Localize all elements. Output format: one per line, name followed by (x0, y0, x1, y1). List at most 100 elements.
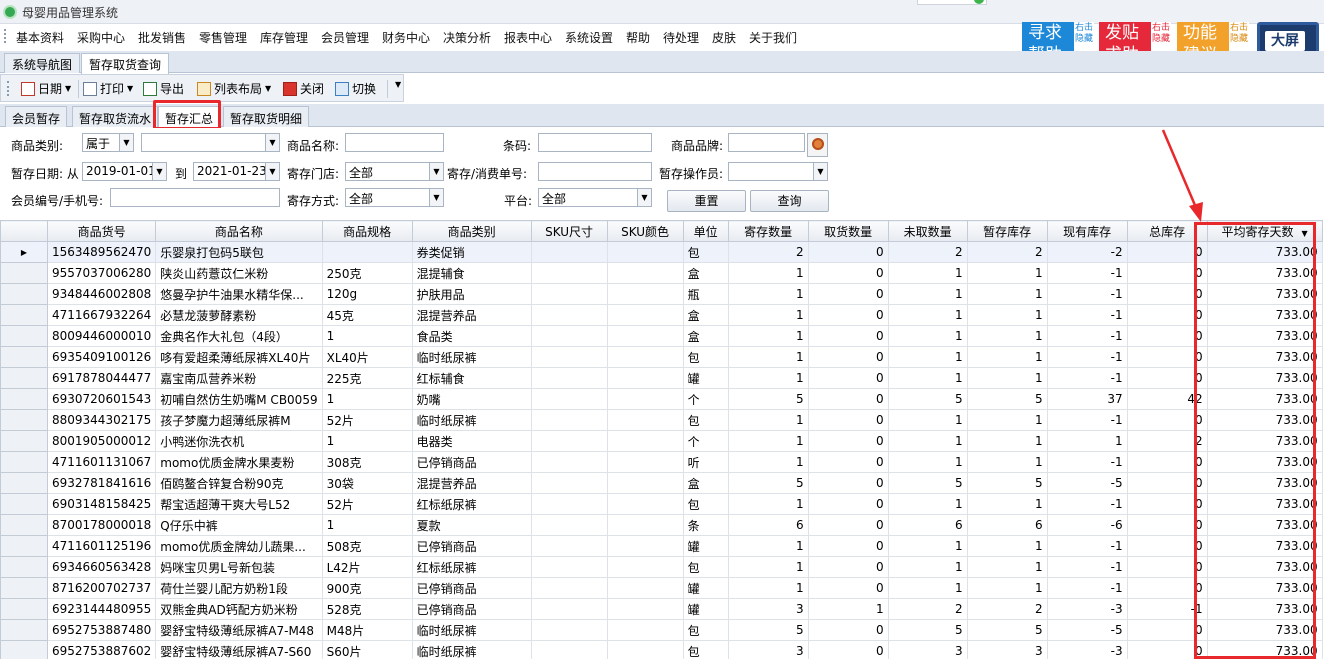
table-cell[interactable] (606, 367, 684, 389)
table-cell[interactable]: 0 (1126, 619, 1208, 641)
table-cell[interactable]: 0 (807, 535, 889, 557)
table-cell[interactable]: 0 (807, 640, 889, 659)
table-row[interactable]: 6935409100126 哆有爱超柔薄纸尿裤XL40片 XL40片 临时纸尿裤包 1 0… (0, 346, 1323, 368)
table-cell[interactable]: 6 (887, 514, 968, 536)
table-cell[interactable]: 包 (682, 241, 729, 263)
table-cell[interactable]: 0 (807, 241, 889, 263)
table-cell[interactable]: 0 (1126, 451, 1208, 473)
table-cell[interactable]: 1 (727, 493, 809, 515)
table-cell[interactable]: 0 (807, 325, 889, 347)
table-cell[interactable]: -1 (1046, 283, 1128, 305)
table-cell[interactable]: 初哺自然仿生奶嘴M CB0059 (155, 388, 323, 410)
table-cell[interactable]: 条 (682, 514, 729, 536)
table-cell[interactable]: 6934660563428 (46, 556, 157, 578)
table-cell[interactable]: 盒 (682, 325, 729, 347)
table-cell[interactable]: 733.00 (1206, 325, 1323, 347)
table-cell[interactable] (606, 577, 684, 599)
table-cell[interactable]: 6930720601543 (46, 388, 157, 410)
table-cell[interactable]: 荷仕兰婴儿配方奶粉1段 (155, 577, 323, 599)
table-cell[interactable]: Q仔乐中裤 (155, 514, 323, 536)
table-cell[interactable]: 1 (887, 346, 968, 368)
table-cell[interactable]: -6 (1046, 514, 1128, 536)
table-row[interactable]: 6932781841616 佰鸥鳌合锌复合粉90克 30袋 混提营养品盒 5 0 5 5 -5 0… (0, 472, 1323, 494)
table-cell[interactable]: 0 (807, 472, 889, 494)
table-cell[interactable]: 733.00 (1206, 619, 1323, 641)
table-cell[interactable]: 包 (682, 493, 729, 515)
table-cell[interactable]: 733.00 (1206, 640, 1323, 659)
table-cell[interactable]: 妈咪宝贝男L号新包装 (155, 556, 323, 578)
barcode-input[interactable] (538, 133, 652, 152)
column-header[interactable]: 取货数量 (807, 220, 889, 242)
table-cell[interactable]: 733.00 (1206, 493, 1323, 515)
row-indicator[interactable] (0, 598, 48, 620)
brand-search-button[interactable] (807, 133, 828, 157)
table-cell[interactable] (530, 388, 608, 410)
table-cell[interactable] (606, 640, 684, 659)
table-cell[interactable]: 733.00 (1206, 556, 1323, 578)
table-cell[interactable]: 食品类 (411, 325, 532, 347)
table-cell[interactable]: 1 (966, 262, 1048, 284)
row-indicator[interactable] (0, 304, 48, 326)
table-cell[interactable] (530, 514, 608, 536)
table-row[interactable]: 9348446002808 悠曼孕护牛油果水精华保... 120g 护肤用品瓶 1 0 1 1… (0, 283, 1323, 305)
table-cell[interactable] (606, 619, 684, 641)
menu-item-wholesale[interactable]: 批发销售 (138, 29, 186, 46)
table-cell[interactable]: 孩子梦魔力超薄纸尿裤M (155, 409, 323, 431)
table-cell[interactable]: 1 (966, 409, 1048, 431)
table-cell[interactable]: 0 (807, 388, 889, 410)
table-cell[interactable] (606, 346, 684, 368)
switch-button[interactable]: 切换 (335, 80, 376, 97)
table-cell[interactable]: 婴舒宝特级薄纸尿裤A7-M48 (155, 619, 323, 641)
table-cell[interactable]: 733.00 (1206, 367, 1323, 389)
row-indicator[interactable] (0, 451, 48, 473)
table-cell[interactable]: 0 (807, 262, 889, 284)
table-cell[interactable]: 1 (727, 577, 809, 599)
table-cell[interactable]: 1 (321, 325, 413, 347)
table-cell[interactable] (321, 241, 413, 263)
table-cell[interactable]: 陕炎山药薏苡仁米粉 (155, 262, 323, 284)
table-row[interactable]: 8716200702737 荷仕兰婴儿配方奶粉1段 900克 已停销商品罐 1 0 1 1 -1… (0, 577, 1323, 599)
table-cell[interactable] (530, 493, 608, 515)
table-cell[interactable]: 1 (887, 304, 968, 326)
table-cell[interactable] (530, 598, 608, 620)
table-cell[interactable]: 733.00 (1206, 535, 1323, 557)
table-cell[interactable]: -1 (1046, 367, 1128, 389)
table-cell[interactable]: 8009446000010 (46, 325, 157, 347)
table-cell[interactable]: 0 (1126, 346, 1208, 368)
table-cell[interactable]: 个 (682, 388, 729, 410)
row-indicator[interactable] (0, 619, 48, 641)
table-cell[interactable]: S60片 (321, 640, 413, 659)
table-cell[interactable]: 必慧龙菠萝酵素粉 (155, 304, 323, 326)
table-row[interactable]: 6903148158425 帮宝适超薄干爽大号L52 52片 红标纸尿裤包 1 0 1 1 -1… (0, 493, 1323, 515)
row-indicator[interactable] (0, 262, 48, 284)
table-cell[interactable]: 0 (1126, 367, 1208, 389)
list-layout-button[interactable]: 列表布局 ▼ (197, 80, 271, 97)
table-cell[interactable]: 0 (807, 346, 889, 368)
table-cell[interactable]: 1 (727, 430, 809, 452)
table-cell[interactable]: 包 (682, 346, 729, 368)
table-row[interactable]: ▶ 1563489562470 乐婴泉打包码5联包 券类促销包 2 0 2 2 -2 0 733.0… (0, 241, 1323, 263)
table-cell[interactable]: 1 (321, 388, 413, 410)
table-cell[interactable]: 8716200702737 (46, 577, 157, 599)
table-cell[interactable]: 0 (1126, 556, 1208, 578)
member-input[interactable] (110, 188, 280, 207)
table-cell[interactable] (606, 472, 684, 494)
column-header[interactable]: 暂存库存 (966, 220, 1048, 242)
table-cell[interactable]: 0 (807, 577, 889, 599)
table-cell[interactable] (530, 304, 608, 326)
table-cell[interactable]: 听 (682, 451, 729, 473)
storage-method-select[interactable]: 全部 ▼ (345, 188, 444, 207)
table-cell[interactable]: 1 (966, 556, 1048, 578)
table-row[interactable]: 4711601131067 momo优质金牌水果麦粉 308克 已停销商品听 1 0 1 1-… (0, 451, 1323, 473)
table-cell[interactable]: -3 (1046, 640, 1128, 659)
table-cell[interactable]: 8809344302175 (46, 409, 157, 431)
column-header[interactable]: 商品类别 (411, 220, 532, 242)
table-cell[interactable]: 混提辅食 (411, 262, 532, 284)
table-cell[interactable]: -1 (1046, 451, 1128, 473)
table-row[interactable]: 6934660563428 妈咪宝贝男L号新包装 L42片 红标纸尿裤包 1 0 1 1 -1 0… (0, 556, 1323, 578)
print-button[interactable]: 打印 ▼ (83, 80, 133, 97)
table-cell[interactable] (530, 619, 608, 641)
table-cell[interactable]: 0 (807, 409, 889, 431)
column-header[interactable]: 寄存数量 (727, 220, 809, 242)
category-select[interactable]: ▼ (141, 133, 280, 152)
